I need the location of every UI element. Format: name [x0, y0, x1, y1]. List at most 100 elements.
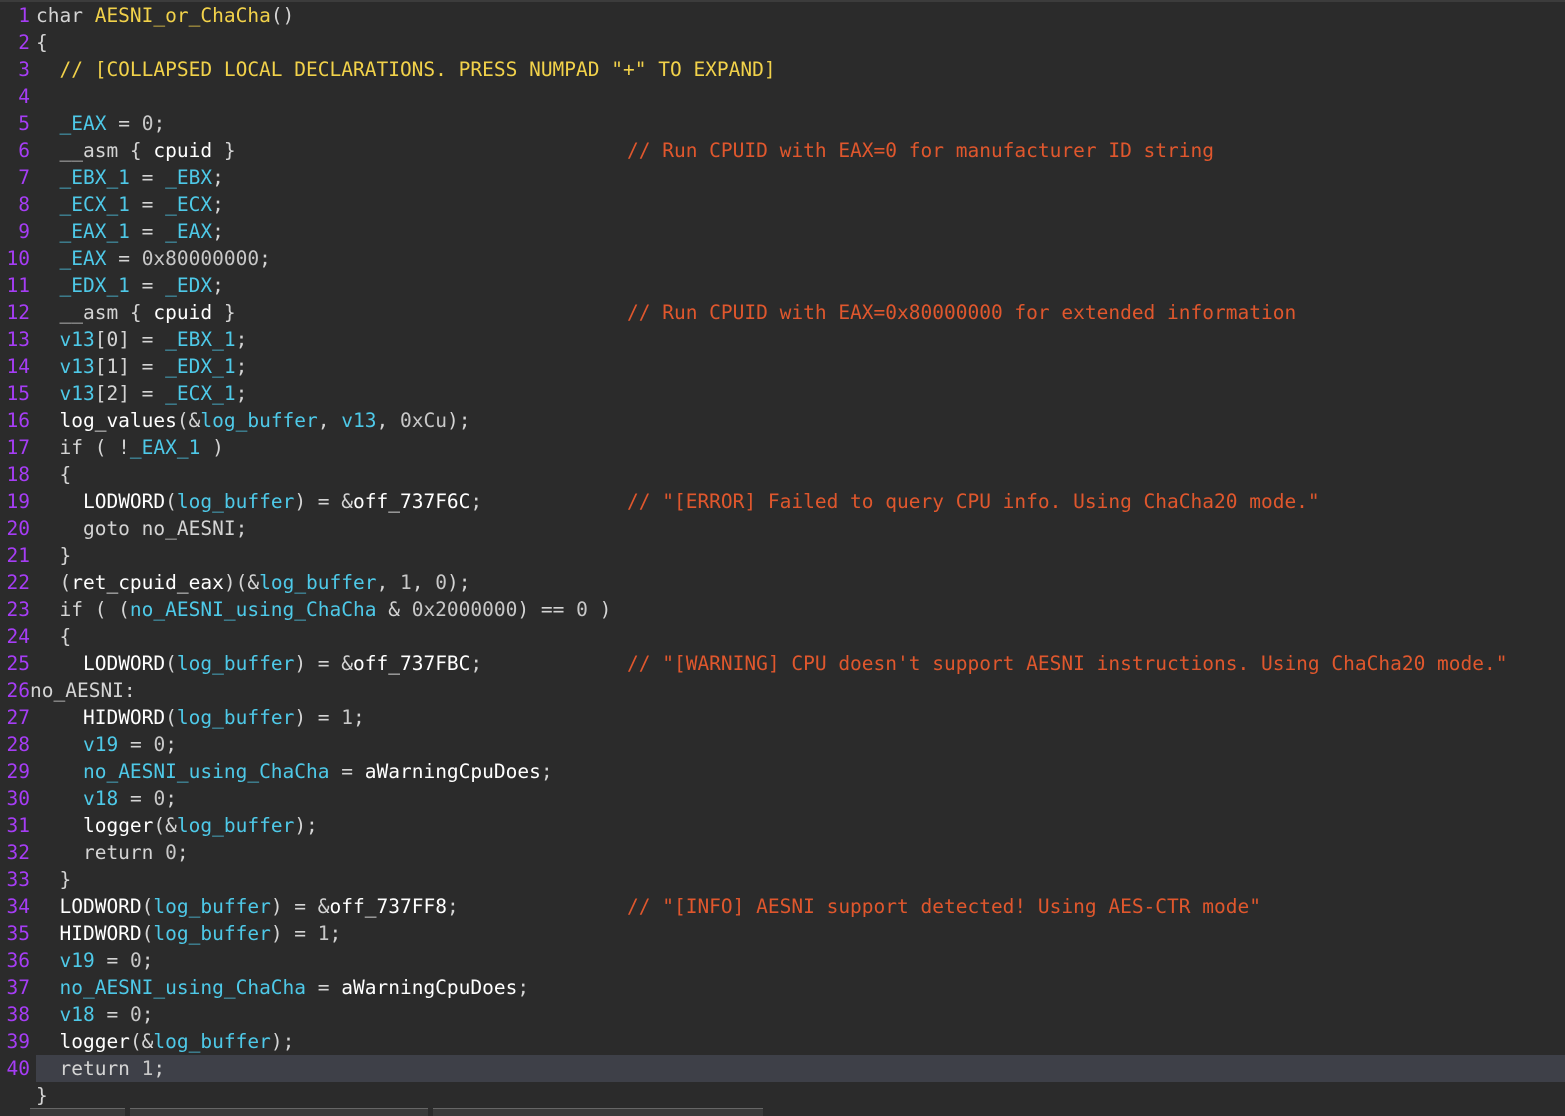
- code-token: log_buffer: [259, 571, 377, 594]
- code-text[interactable]: HIDWORD(log_buffer) = 1;: [36, 706, 365, 729]
- code-line[interactable]: 17 if ( !_EAX_1 ): [0, 434, 1565, 461]
- code-text[interactable]: no_AESNI_using_ChaCha = aWarningCpuDoes;: [36, 760, 553, 783]
- code-line[interactable]: 37 no_AESNI_using_ChaCha = aWarningCpuDo…: [0, 974, 1565, 1001]
- code-line[interactable]: 11 _EDX_1 = _EDX;: [0, 272, 1565, 299]
- code-text[interactable]: char AESNI_or_ChaCha(): [36, 4, 294, 27]
- code-token: {: [36, 31, 48, 54]
- code-text[interactable]: v13[1] = _EDX_1;: [36, 355, 247, 378]
- code-text[interactable]: _ECX_1 = _ECX;: [36, 193, 223, 216]
- code-text[interactable]: logger(&log_buffer);: [36, 814, 318, 837]
- code-text[interactable]: }: [36, 868, 71, 891]
- code-line[interactable]: 5 _EAX = 0;: [0, 110, 1565, 137]
- code-text[interactable]: {: [36, 31, 48, 54]
- code-line[interactable]: 30 v18 = 0;: [0, 785, 1565, 812]
- code-line[interactable]: 28 v19 = 0;: [0, 731, 1565, 758]
- code-line[interactable]: 29 no_AESNI_using_ChaCha = aWarningCpuDo…: [0, 758, 1565, 785]
- bottom-tab[interactable]: [30, 1108, 125, 1116]
- code-line[interactable]: 31 logger(&log_buffer);: [0, 812, 1565, 839]
- line-number: 25: [6, 652, 30, 675]
- code-text[interactable]: if ( (no_AESNI_using_ChaCha & 0x2000000)…: [36, 598, 611, 621]
- code-lines: 1 char AESNI_or_ChaCha() 2{3 // [COLLAPSED…: [0, 2, 1565, 1109]
- code-text[interactable]: _EDX_1 = _EDX;: [36, 274, 223, 297]
- code-line[interactable]: 40 return 1;: [0, 1055, 1565, 1082]
- code-line[interactable]: 21 }: [0, 542, 1565, 569]
- code-text[interactable]: _EBX_1 = _EBX;: [36, 166, 223, 189]
- code-line[interactable]: 24 {: [0, 623, 1565, 650]
- code-text[interactable]: (ret_cpuid_eax)(&log_buffer, 1, 0);: [36, 571, 470, 594]
- code-text[interactable]: _EAX = 0x80000000;: [36, 247, 270, 270]
- code-line[interactable]: 1 char AESNI_or_ChaCha(): [0, 2, 1565, 29]
- bottom-tab[interactable]: [130, 1108, 428, 1116]
- code-token: 1: [341, 706, 354, 729]
- code-text[interactable]: _EAX = 0;: [36, 112, 165, 135]
- code-token: log_buffer: [153, 895, 271, 918]
- code-line[interactable]: 32 return 0;: [0, 839, 1565, 866]
- bottom-tab[interactable]: [433, 1108, 763, 1116]
- code-text[interactable]: HIDWORD(log_buffer) = 1;: [36, 922, 341, 945]
- code-line[interactable]: 33 }: [0, 866, 1565, 893]
- code-line[interactable]: 3 // [COLLAPSED LOCAL DECLARATIONS. PRES…: [0, 56, 1565, 83]
- code-text[interactable]: v13[2] = _ECX_1;: [36, 382, 247, 405]
- code-text[interactable]: v18 = 0;: [36, 1003, 153, 1026]
- code-text[interactable]: LODWORD(log_buffer) = &off_737F6C;: [36, 490, 482, 513]
- code-line[interactable]: 6 __asm { cpuid } // Run CPUID with EAX=0…: [0, 137, 1565, 164]
- code-label[interactable]: no_AESNI:: [30, 679, 136, 702]
- code-text[interactable]: return 0;: [36, 841, 189, 864]
- code-line[interactable]: 26no_AESNI:: [0, 677, 1565, 704]
- code-line[interactable]: 39 logger(&log_buffer);: [0, 1028, 1565, 1055]
- code-token: ;: [165, 787, 177, 810]
- code-token: =: [129, 274, 166, 297]
- code-text[interactable]: log_values(&log_buffer, v13, 0xCu);: [36, 409, 470, 432]
- code-line[interactable]: 16 log_values(&log_buffer, v13, 0xCu);: [0, 407, 1565, 434]
- code-line[interactable]: 8 _ECX_1 = _ECX;: [0, 191, 1565, 218]
- code-line[interactable]: 23 if ( (no_AESNI_using_ChaCha & 0x20000…: [0, 596, 1565, 623]
- code-line[interactable]: 4: [0, 83, 1565, 110]
- code-line[interactable]: 25 LODWORD(log_buffer) = &off_737FBC; // …: [0, 650, 1565, 677]
- code-line[interactable]: 14 v13[1] = _EDX_1;: [0, 353, 1565, 380]
- code-line[interactable]: }: [0, 1082, 1565, 1109]
- code-line[interactable]: 22 (ret_cpuid_eax)(&log_buffer, 1, 0);: [0, 569, 1565, 596]
- code-line[interactable]: 12 __asm { cpuid } // Run CPUID with EAX=…: [0, 299, 1565, 326]
- code-line[interactable]: 36 v19 = 0;: [0, 947, 1565, 974]
- code-line[interactable]: 13 v13[0] = _EBX_1;: [0, 326, 1565, 353]
- code-token: (&: [129, 1030, 154, 1053]
- code-token: aWarningCpuDoes: [364, 760, 541, 783]
- code-text[interactable]: {: [36, 625, 71, 648]
- code-text[interactable]: __asm { cpuid }: [36, 139, 235, 162]
- code-line[interactable]: 10 _EAX = 0x80000000;: [0, 245, 1565, 272]
- code-line[interactable]: 9 _EAX_1 = _EAX;: [0, 218, 1565, 245]
- code-line[interactable]: 38 v18 = 0;: [0, 1001, 1565, 1028]
- line-number: 14: [6, 355, 30, 378]
- code-text[interactable]: goto no_AESNI;: [36, 517, 247, 540]
- code-text[interactable]: LODWORD(log_buffer) = &off_737FF8;: [36, 895, 458, 918]
- code-line[interactable]: 20 goto no_AESNI;: [0, 515, 1565, 542]
- code-text[interactable]: }: [36, 544, 71, 567]
- code-text[interactable]: _EAX_1 = _EAX;: [36, 220, 223, 243]
- code-text[interactable]: no_AESNI_using_ChaCha = aWarningCpuDoes;: [36, 976, 529, 999]
- pseudocode-editor[interactable]: 1 char AESNI_or_ChaCha() 2{3 // [COLLAPSED…: [0, 0, 1565, 1116]
- code-text[interactable]: if ( !_EAX_1 ): [36, 436, 223, 459]
- code-line[interactable]: 19 LODWORD(log_buffer) = &off_737F6C; // …: [0, 488, 1565, 515]
- code-line[interactable]: 7 _EBX_1 = _EBX;: [0, 164, 1565, 191]
- code-line[interactable]: 27 HIDWORD(log_buffer) = 1;: [0, 704, 1565, 731]
- code-text[interactable]: logger(&log_buffer);: [36, 1030, 294, 1053]
- code-text[interactable]: {: [36, 463, 71, 486]
- code-text[interactable]: return 1;: [36, 1057, 165, 1080]
- code-text[interactable]: }: [36, 1084, 48, 1107]
- code-token: (: [165, 706, 177, 729]
- code-line[interactable]: 35 HIDWORD(log_buffer) = 1;: [0, 920, 1565, 947]
- code-text[interactable]: __asm { cpuid }: [36, 301, 235, 324]
- code-text[interactable]: v18 = 0;: [36, 787, 177, 810]
- code-text[interactable]: v19 = 0;: [36, 733, 177, 756]
- code-line[interactable]: 34 LODWORD(log_buffer) = &off_737FF8; // …: [0, 893, 1565, 920]
- code-token: cpuid: [153, 139, 213, 162]
- code-line[interactable]: 15 v13[2] = _ECX_1;: [0, 380, 1565, 407]
- code-line[interactable]: 2{: [0, 29, 1565, 56]
- code-text[interactable]: v19 = 0;: [36, 949, 153, 972]
- code-text[interactable]: v13[0] = _EBX_1;: [36, 328, 247, 351]
- code-text[interactable]: // [COLLAPSED LOCAL DECLARATIONS. PRESS …: [36, 58, 775, 81]
- code-line[interactable]: 18 {: [0, 461, 1565, 488]
- code-text[interactable]: LODWORD(log_buffer) = &off_737FBC;: [36, 652, 482, 675]
- code-token: )(&: [223, 571, 260, 594]
